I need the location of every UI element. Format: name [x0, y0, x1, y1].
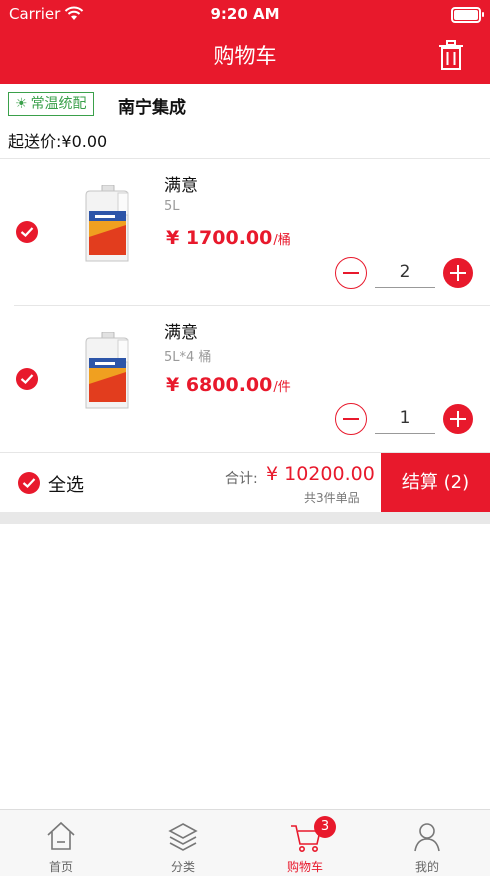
- price-value: ¥ 1700.00: [166, 227, 273, 249]
- checkout-bar: 全选 合计: ¥ 10200.00 共3件单品 结算 (2): [0, 452, 490, 513]
- store-header: ☀ 常温统配 南宁集成 起送价:¥0.00: [0, 84, 490, 159]
- separator-strip: [0, 512, 490, 524]
- tab-cart[interactable]: 3 购物车: [244, 816, 366, 874]
- quantity-input[interactable]: 2: [375, 257, 435, 288]
- minimum-order: 起送价:¥0.00: [8, 132, 108, 151]
- sun-icon: ☀: [15, 96, 28, 112]
- select-all-checkbox[interactable]: [18, 472, 40, 494]
- tab-category[interactable]: 分类: [122, 816, 244, 874]
- product-price: ¥ 6800.00/件: [166, 374, 291, 396]
- layers-icon: [168, 823, 198, 851]
- store-name[interactable]: 南宁集成: [118, 93, 186, 118]
- battery-icon: [451, 7, 484, 23]
- trash-icon[interactable]: [438, 40, 464, 70]
- checkmark-icon: [20, 227, 34, 238]
- cart-item: 满意 5L ¥ 1700.00/桶 2: [0, 159, 490, 305]
- product-price: ¥ 1700.00/桶: [166, 227, 291, 249]
- checkmark-icon: [22, 478, 36, 489]
- decrease-button[interactable]: [335, 403, 367, 435]
- total-count: 共3件单品: [304, 491, 360, 505]
- cart-item: 满意 5L*4 桶 ¥ 6800.00/件 1: [0, 306, 490, 452]
- total-value: ¥ 10200.00: [266, 463, 375, 485]
- quantity-input[interactable]: 1: [375, 403, 435, 434]
- delivery-badge: ☀ 常温统配: [8, 92, 94, 116]
- tab-label: 购物车: [286, 860, 323, 874]
- page-title: 购物车: [213, 44, 277, 68]
- user-icon: [414, 823, 440, 852]
- checkout-button[interactable]: 结算 (2): [381, 453, 490, 513]
- top-bar: Carrier 9:20 AM 购物车: [0, 0, 490, 84]
- price-unit: /桶: [273, 233, 291, 248]
- total-label: 合计:: [225, 471, 258, 487]
- product-spec: 5L*4 桶: [164, 350, 212, 365]
- item-checkbox[interactable]: [16, 221, 38, 243]
- select-all-label[interactable]: 全选: [48, 471, 84, 497]
- status-bar: Carrier 9:20 AM: [0, 4, 490, 24]
- price-value: ¥ 6800.00: [166, 374, 273, 396]
- increase-button[interactable]: [443, 258, 473, 288]
- cart-count-badge: 3: [314, 816, 336, 838]
- badge-label: 常温统配: [30, 96, 87, 112]
- tab-home[interactable]: 首页: [0, 816, 122, 874]
- tab-label: 首页: [48, 860, 73, 874]
- decrease-button[interactable]: [335, 257, 367, 289]
- tab-profile[interactable]: 我的: [366, 816, 488, 874]
- tab-bar: 首页 分类 3 购物车 我的: [0, 809, 490, 876]
- product-name[interactable]: 满意: [164, 318, 198, 343]
- product-image[interactable]: [80, 332, 134, 410]
- status-time: 9:20 AM: [210, 5, 280, 23]
- tab-label: 分类: [170, 860, 195, 874]
- price-unit: /件: [273, 380, 291, 395]
- tab-label: 我的: [414, 860, 439, 874]
- home-icon: [47, 821, 75, 850]
- item-checkbox[interactable]: [16, 368, 38, 390]
- increase-button[interactable]: [443, 404, 473, 434]
- checkmark-icon: [20, 374, 34, 385]
- product-name[interactable]: 满意: [164, 171, 198, 196]
- product-image[interactable]: [80, 185, 134, 263]
- product-spec: 5L: [164, 199, 180, 214]
